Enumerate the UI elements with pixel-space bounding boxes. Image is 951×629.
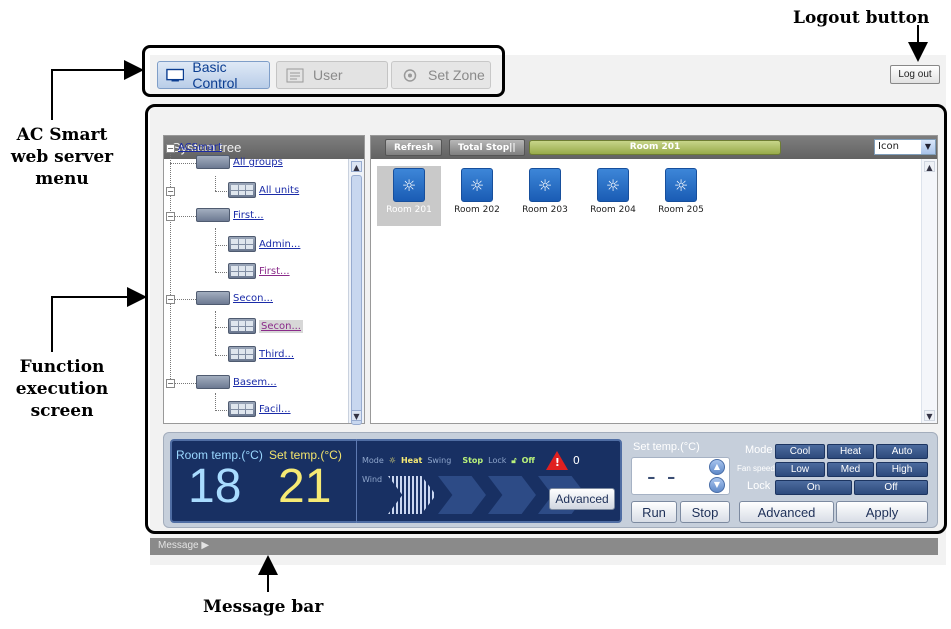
annotation-logout-button: Logout button bbox=[793, 8, 930, 28]
annotation-func-line-2: execution bbox=[15, 379, 109, 400]
annotation-func-line-3: screen bbox=[30, 401, 94, 422]
annotation-message-bar: Message bar bbox=[203, 597, 324, 617]
annotation-menu-line-2: web server bbox=[10, 147, 114, 168]
annotation-function-screen: Function execution screen bbox=[0, 356, 124, 422]
annotation-func-line-1: Function bbox=[19, 357, 105, 377]
message-bar: Message ▶ bbox=[150, 538, 938, 555]
logout-button[interactable]: Log out bbox=[890, 65, 940, 84]
arrow-function bbox=[51, 287, 147, 352]
menu-highlight-frame bbox=[142, 45, 505, 97]
arrow-menu bbox=[51, 60, 144, 120]
annotation-menu-line-1: AC Smart bbox=[16, 125, 108, 145]
function-highlight-frame bbox=[145, 104, 947, 534]
annotation-menu: AC Smart web server menu bbox=[0, 124, 124, 190]
annotation-menu-line-3: menu bbox=[35, 169, 89, 190]
